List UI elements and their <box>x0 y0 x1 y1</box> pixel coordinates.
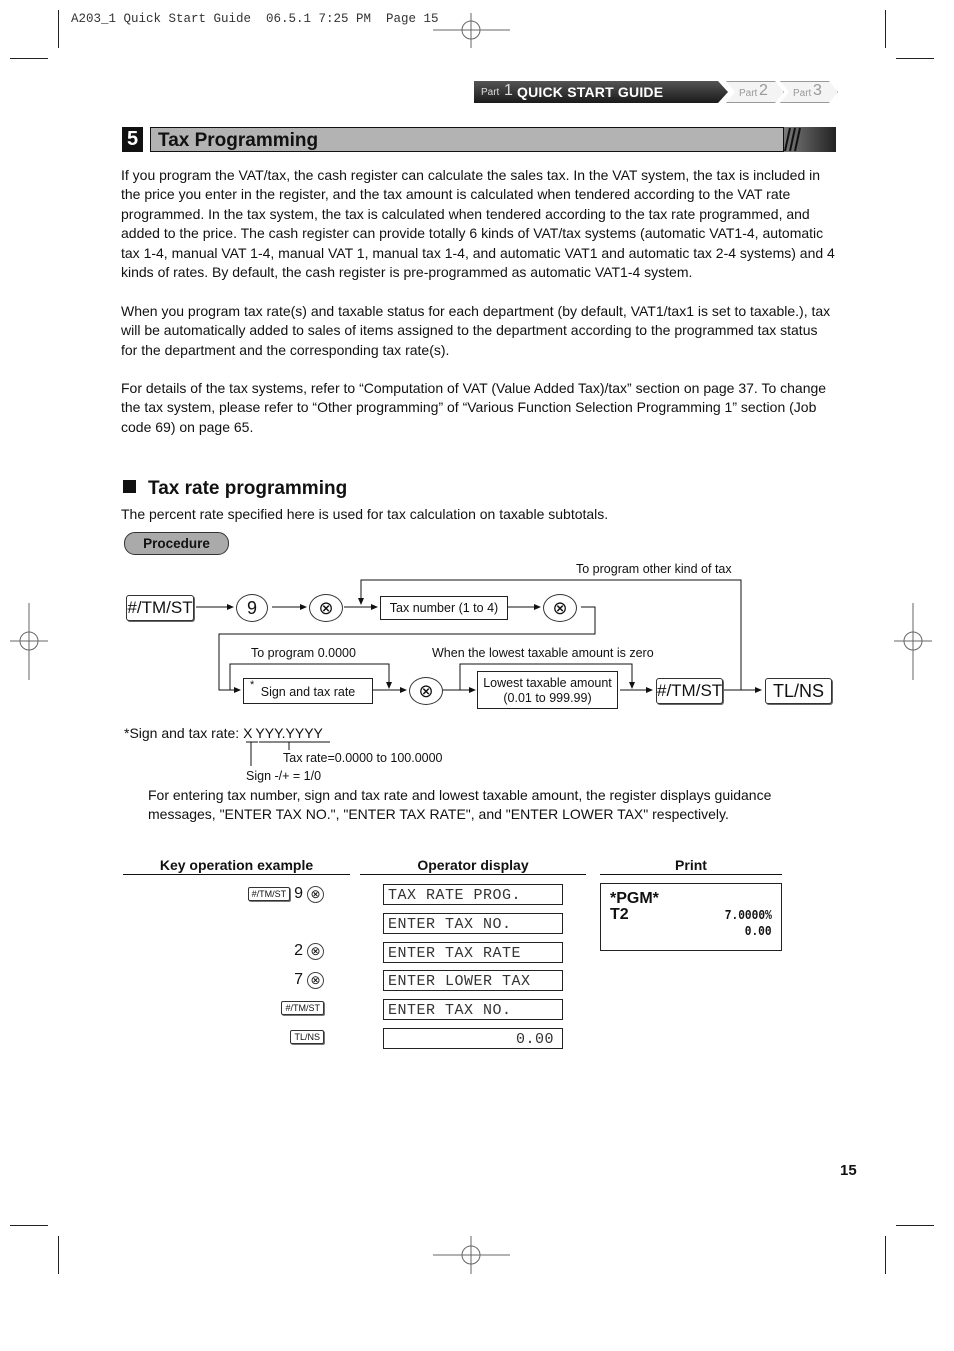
rate-range-note: Tax rate=0.0000 to 100.0000 <box>283 751 443 765</box>
lowest-amount-range: (0.01 to 999.99) <box>503 691 592 705</box>
receipt-rate: 7.0000% <box>724 908 772 924</box>
tax-number-box: Tax number (1 to 4) <box>380 596 508 620</box>
display-row: ENTER TAX NO. <box>383 999 563 1020</box>
tlns-key: TL/NS <box>290 1030 324 1044</box>
format-prefix: *Sign and tax rate: <box>124 725 244 741</box>
divider <box>123 874 350 875</box>
key-step: #/TM/ST <box>281 1001 324 1015</box>
multiply-key-icon: ⊗ <box>309 594 343 622</box>
key-operation-header: Key operation example <box>159 857 314 873</box>
receipt-tax-label: T2 <box>610 906 629 923</box>
key-step: #/TM/ST 9 ⊗ <box>247 885 324 903</box>
display-row: ENTER TAX RATE <box>383 942 563 963</box>
key-step: 2 ⊗ <box>294 942 324 960</box>
lowest-amount-box: Lowest taxable amount (0.01 to 999.99) <box>477 671 618 709</box>
multiply-key-icon: ⊗ <box>307 971 324 989</box>
display-row: 0.00 <box>383 1028 563 1049</box>
sign-rate-box: * Sign and tax rate <box>243 678 373 704</box>
divider <box>600 874 782 875</box>
multiply-key-icon: ⊗ <box>409 677 443 705</box>
receipt-print: *PGM* T2 7.0000% 0.00 <box>600 883 782 951</box>
zero-amount-label: When the lowest taxable amount is zero <box>432 646 654 660</box>
guidance-note: For entering tax number, sign and tax ra… <box>148 787 772 823</box>
sign-char: X <box>243 725 253 741</box>
lowest-amount-label: Lowest taxable amount <box>483 676 612 690</box>
tmst-key: #/TM/ST <box>126 595 194 621</box>
key-step: TL/NS <box>290 1030 324 1044</box>
divider <box>360 874 586 875</box>
display-row: ENTER TAX NO. <box>383 913 563 934</box>
key-step: 7 ⊗ <box>294 971 324 989</box>
page-number: 15 <box>840 1162 857 1179</box>
format-note: *Sign and tax rate: X YYY.YYYY <box>124 725 323 741</box>
sign-note: Sign -/+ = 1/0 <box>246 769 322 783</box>
display-row: ENTER LOWER TAX <box>383 970 563 991</box>
digit-key: 2 <box>294 942 303 959</box>
rate-chars: YYY.YYYY <box>255 725 323 741</box>
loop-label: To program other kind of tax <box>576 562 732 576</box>
tmst-key: #/TM/ST <box>247 887 291 901</box>
sign-rate-label: Sign and tax rate <box>260 685 356 699</box>
footnote-asterisk: * <box>250 679 255 691</box>
digit-9-key: 9 <box>236 594 268 622</box>
multiply-key-icon: ⊗ <box>543 594 577 622</box>
operator-display-header: Operator display <box>417 857 529 873</box>
print-header: Print <box>675 857 707 873</box>
tmst-key: #/TM/ST <box>656 678 723 704</box>
digit-key: 7 <box>294 971 303 988</box>
multiply-key-icon: ⊗ <box>307 942 324 960</box>
multiply-key-icon: ⊗ <box>307 885 324 903</box>
digit-key: 9 <box>294 885 303 902</box>
receipt-amount: 0.00 <box>745 924 772 940</box>
tlns-key: TL/NS <box>765 678 832 704</box>
tmst-key: #/TM/ST <box>281 1001 324 1015</box>
zero-rate-label: To program 0.0000 <box>251 646 356 660</box>
display-row: TAX RATE PROG. <box>383 884 563 905</box>
